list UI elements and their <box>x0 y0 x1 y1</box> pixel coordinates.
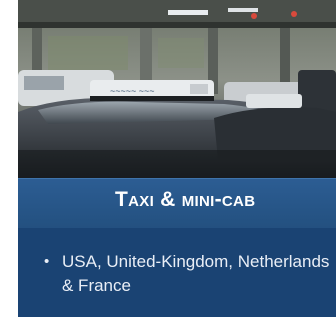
bullet-marker: • <box>44 253 50 270</box>
taxi-rank-photo: ~~~~~ ~~~ <box>18 0 336 178</box>
svg-text:~~~~~ ~~~: ~~~~~ ~~~ <box>110 86 155 96</box>
slide-card: ~~~~~ ~~~ Taxi & mini-cab • USA, United-… <box>18 0 336 317</box>
taxi-roof-sign-icon: ~~~~~ ~~~ <box>90 80 214 101</box>
slide-title: Taxi & mini-cab <box>115 188 256 211</box>
bullet-text: USA, United-Kingdom, Netherlands & Franc… <box>62 252 330 295</box>
